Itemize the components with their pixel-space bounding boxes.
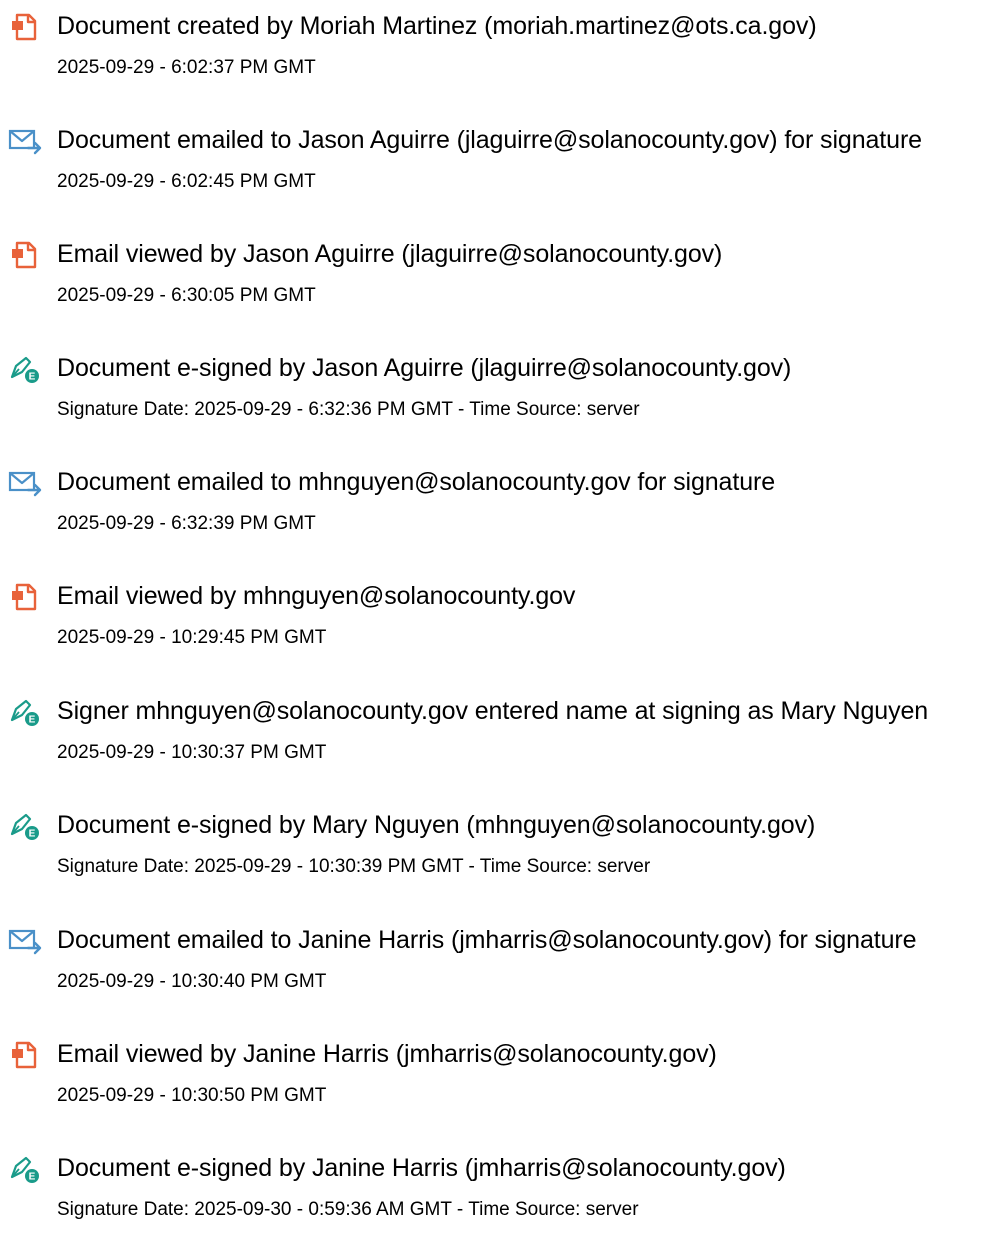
signature-details: Signature Date: 2025-09-29 - 10:30:39 PM… [57, 856, 651, 877]
email-icon [8, 126, 42, 156]
document-icon [8, 582, 42, 612]
audit-event: Email viewed by mhnguyen@solanocounty.go… [0, 570, 995, 684]
event-timestamp: 2025-09-29 - 10:29:45 PM GMT [57, 627, 327, 648]
audit-event: E Signer mhnguyen@solanocounty.gov enter… [0, 685, 995, 799]
audit-event: Email viewed by Jason Aguirre (jlaguirre… [0, 228, 995, 342]
audit-event: Document emailed to mhnguyen@solanocount… [0, 456, 995, 570]
svg-text:E: E [29, 1172, 36, 1183]
event-description: Document emailed to mhnguyen@solanocount… [57, 468, 776, 496]
document-icon [8, 1040, 42, 1070]
event-description: Document e-signed by Jason Aguirre (jlag… [57, 354, 792, 382]
event-description: Document emailed to Jason Aguirre (jlagu… [57, 126, 922, 154]
email-icon [8, 926, 42, 956]
audit-event: Document emailed to Janine Harris (jmhar… [0, 914, 995, 1028]
audit-event: Document created by Moriah Martinez (mor… [0, 0, 995, 114]
event-description: Email viewed by Jason Aguirre (jlaguirre… [57, 240, 723, 268]
document-icon [8, 240, 42, 270]
email-icon [8, 468, 42, 498]
event-description: Email viewed by mhnguyen@solanocounty.go… [57, 582, 576, 610]
event-description: Document e-signed by Mary Nguyen (mhnguy… [57, 811, 816, 839]
signature-details: Signature Date: 2025-09-29 - 6:32:36 PM … [57, 399, 640, 420]
e-sign-icon: E [8, 697, 42, 727]
svg-text:E: E [29, 829, 36, 840]
audit-event: E Document e-signed by Mary Nguyen (mhng… [0, 799, 995, 913]
audit-event: E Document e-signed by Janine Harris (jm… [0, 1142, 995, 1256]
signature-details: Signature Date: 2025-09-30 - 0:59:36 AM … [57, 1199, 639, 1220]
event-timestamp: 2025-09-29 - 6:30:05 PM GMT [57, 285, 316, 306]
event-description: Document e-signed by Janine Harris (jmha… [57, 1154, 786, 1182]
e-sign-icon: E [8, 1154, 42, 1184]
svg-text:E: E [29, 715, 36, 726]
event-description: Document created by Moriah Martinez (mor… [57, 12, 817, 40]
event-description: Document emailed to Janine Harris (jmhar… [57, 926, 917, 954]
audit-event: Email viewed by Janine Harris (jmharris@… [0, 1028, 995, 1142]
svg-text:E: E [29, 372, 36, 383]
event-timestamp: 2025-09-29 - 10:30:37 PM GMT [57, 742, 327, 763]
audit-event: E Document e-signed by Jason Aguirre (jl… [0, 342, 995, 456]
event-timestamp: 2025-09-29 - 6:02:45 PM GMT [57, 171, 316, 192]
document-icon [8, 12, 42, 42]
event-timestamp: 2025-09-29 - 6:02:37 PM GMT [57, 57, 316, 78]
event-timestamp: 2025-09-29 - 6:32:39 PM GMT [57, 513, 316, 534]
event-description: Signer mhnguyen@solanocounty.gov entered… [57, 697, 929, 725]
e-sign-icon: E [8, 811, 42, 841]
e-sign-icon: E [8, 354, 42, 384]
event-description: Email viewed by Janine Harris (jmharris@… [57, 1040, 717, 1068]
event-timestamp: 2025-09-29 - 10:30:40 PM GMT [57, 971, 327, 992]
audit-event: Document emailed to Jason Aguirre (jlagu… [0, 114, 995, 228]
event-timestamp: 2025-09-29 - 10:30:50 PM GMT [57, 1085, 327, 1106]
